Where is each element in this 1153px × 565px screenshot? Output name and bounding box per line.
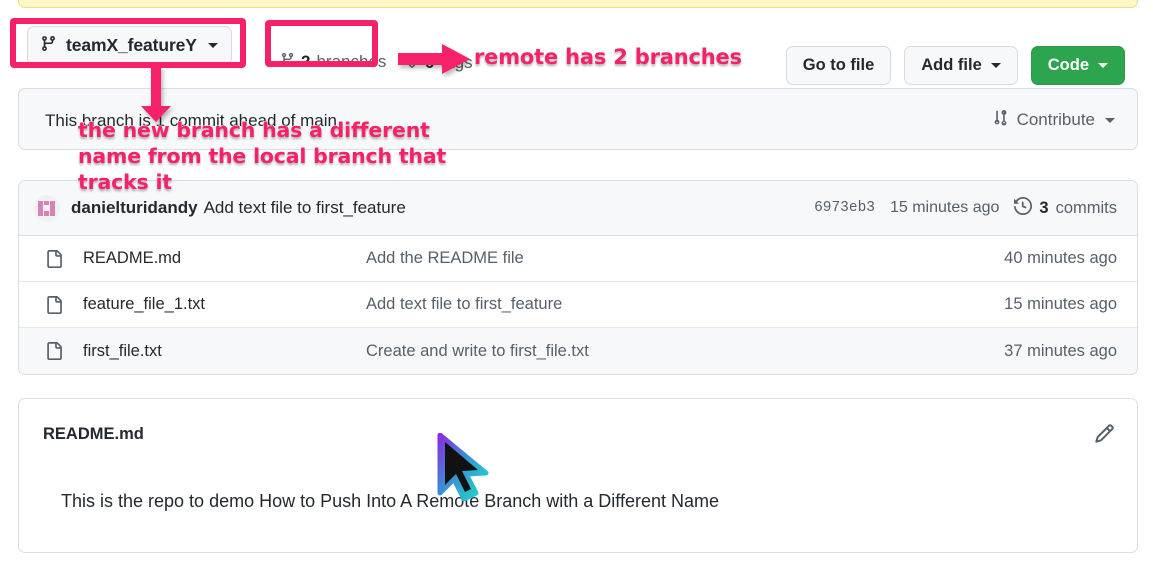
chevron-down-icon	[991, 63, 1001, 68]
readme-card: README.md This is the repo to demo How t…	[18, 398, 1138, 553]
code-button[interactable]: Code	[1031, 46, 1125, 85]
contribute-label: Contribute	[1017, 110, 1095, 130]
add-file-button[interactable]: Add file	[904, 46, 1018, 85]
chevron-down-icon	[1098, 63, 1108, 68]
commits-count-label: commits	[1056, 199, 1117, 218]
commits-count-value: 3	[1039, 199, 1048, 218]
add-file-label: Add file	[921, 56, 982, 75]
commit-relative-time: 15 minutes ago	[890, 199, 999, 217]
file-name-link[interactable]: feature_file_1.txt	[83, 295, 366, 314]
annotation-text-branch-name-line3: tracks it	[78, 169, 172, 195]
commit-meta: 6973eb3 15 minutes ago 3 commits	[814, 197, 1117, 220]
annotation-box-branches-count	[265, 20, 378, 67]
avatar	[33, 195, 60, 222]
commit-sha-link[interactable]: 6973eb3	[814, 200, 875, 216]
git-pull-request-icon	[992, 109, 1009, 131]
commit-author-link[interactable]: danielturidandy	[71, 198, 198, 218]
history-clock-icon	[1014, 197, 1032, 220]
annotation-box-branch-selector	[10, 18, 246, 68]
go-to-file-button[interactable]: Go to file	[786, 46, 892, 85]
github-repo-page: teamX_featureY 2 branches 0 tags Go	[0, 0, 1153, 565]
code-label: Code	[1048, 56, 1089, 75]
file-icon	[45, 296, 65, 314]
file-relative-time: 40 minutes ago	[1004, 249, 1117, 268]
file-name-link[interactable]: first_file.txt	[83, 342, 366, 361]
file-commit-message-link[interactable]: Add the README file	[366, 249, 524, 268]
pencil-icon[interactable]	[1094, 423, 1115, 449]
annotation-text-branches: remote has 2 branches	[474, 44, 742, 70]
file-relative-time: 15 minutes ago	[1004, 295, 1117, 314]
repo-action-buttons: Go to file Add file Code	[786, 46, 1125, 85]
annotation-text-branch-name-line2: name from the local branch that	[78, 143, 446, 169]
readme-title: README.md	[43, 425, 144, 444]
file-commit-message-link[interactable]: Add text file to first_feature	[366, 295, 562, 314]
table-row[interactable]: first_file.txt Create and write to first…	[19, 328, 1137, 374]
table-row[interactable]: feature_file_1.txt Add text file to firs…	[19, 282, 1137, 328]
readme-body-text: This is the repo to demo How to Push Int…	[61, 491, 719, 512]
latest-commit-row: danielturidandy Add text file to first_f…	[19, 181, 1137, 236]
file-relative-time: 37 minutes ago	[1004, 342, 1117, 361]
file-icon	[45, 250, 65, 268]
contribute-button[interactable]: Contribute	[992, 109, 1115, 131]
commit-message-link[interactable]: Add text file to first_feature	[204, 198, 406, 218]
file-name-link[interactable]: README.md	[83, 249, 366, 268]
file-table: danielturidandy Add text file to first_f…	[18, 180, 1138, 375]
chevron-down-icon	[1105, 118, 1115, 123]
go-to-file-label: Go to file	[803, 56, 875, 75]
table-row[interactable]: README.md Add the README file 40 minutes…	[19, 236, 1137, 282]
annotation-text-branch-name-line1: the new branch has a different	[78, 117, 430, 143]
commit-history-link[interactable]: 3 commits	[1014, 197, 1117, 220]
file-icon	[45, 342, 65, 360]
notice-banner	[18, 0, 1138, 8]
file-commit-message-link[interactable]: Create and write to first_file.txt	[366, 342, 589, 361]
annotation-arrow-right	[398, 44, 470, 79]
